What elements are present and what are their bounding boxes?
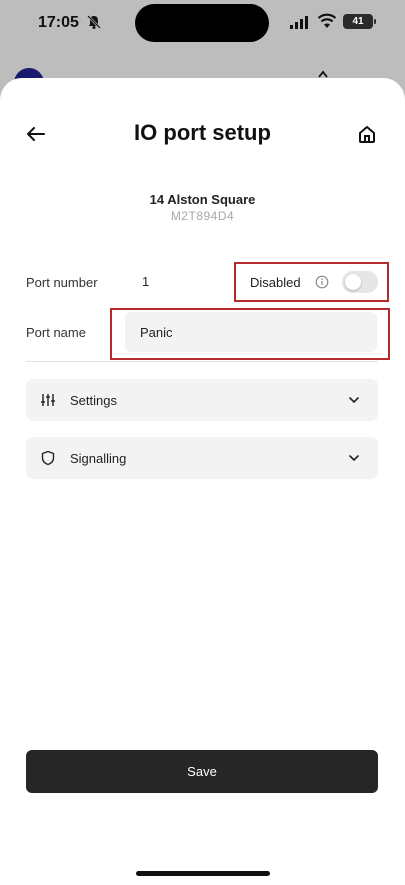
chevron-down-icon	[349, 455, 359, 462]
toggle-knob	[345, 274, 361, 290]
header: IO port setup	[0, 108, 405, 158]
home-button[interactable]	[353, 120, 381, 148]
signalling-label: Signalling	[70, 451, 127, 466]
site-name: 14 Alston Square	[149, 192, 256, 207]
port-number-label: Port number	[26, 275, 98, 290]
dynamic-island	[135, 4, 269, 42]
status-time: 17:05	[38, 14, 79, 31]
port-name-input[interactable]	[125, 312, 377, 352]
bell-off-icon	[87, 15, 101, 29]
site-code: M2T894D4	[170, 209, 235, 223]
status-bar: 17:05 41	[0, 0, 405, 98]
settings-label: Settings	[70, 393, 117, 408]
background-caret-icon	[318, 70, 328, 78]
io-port-setup-sheet: IO port setup 14 Alston Square M2T894D4 …	[0, 78, 405, 885]
home-indicator	[136, 871, 270, 876]
divider	[26, 361, 378, 362]
disabled-toggle[interactable]	[342, 271, 378, 293]
signalling-accordion[interactable]: Signalling	[26, 437, 378, 479]
settings-accordion[interactable]: Settings	[26, 379, 378, 421]
chevron-down-icon	[349, 397, 359, 404]
home-icon	[359, 126, 375, 143]
port-name-label: Port name	[26, 325, 86, 340]
port-number-value: 1	[142, 274, 150, 289]
wifi-icon	[317, 13, 337, 28]
save-button[interactable]: Save	[26, 750, 378, 793]
info-icon[interactable]	[315, 275, 329, 289]
disabled-label: Disabled	[250, 275, 301, 290]
sliders-icon	[41, 394, 55, 406]
signal-icon	[290, 16, 308, 29]
page-title: IO port setup	[134, 120, 271, 145]
shield-icon	[41, 450, 55, 466]
battery-icon: 41	[343, 14, 376, 29]
